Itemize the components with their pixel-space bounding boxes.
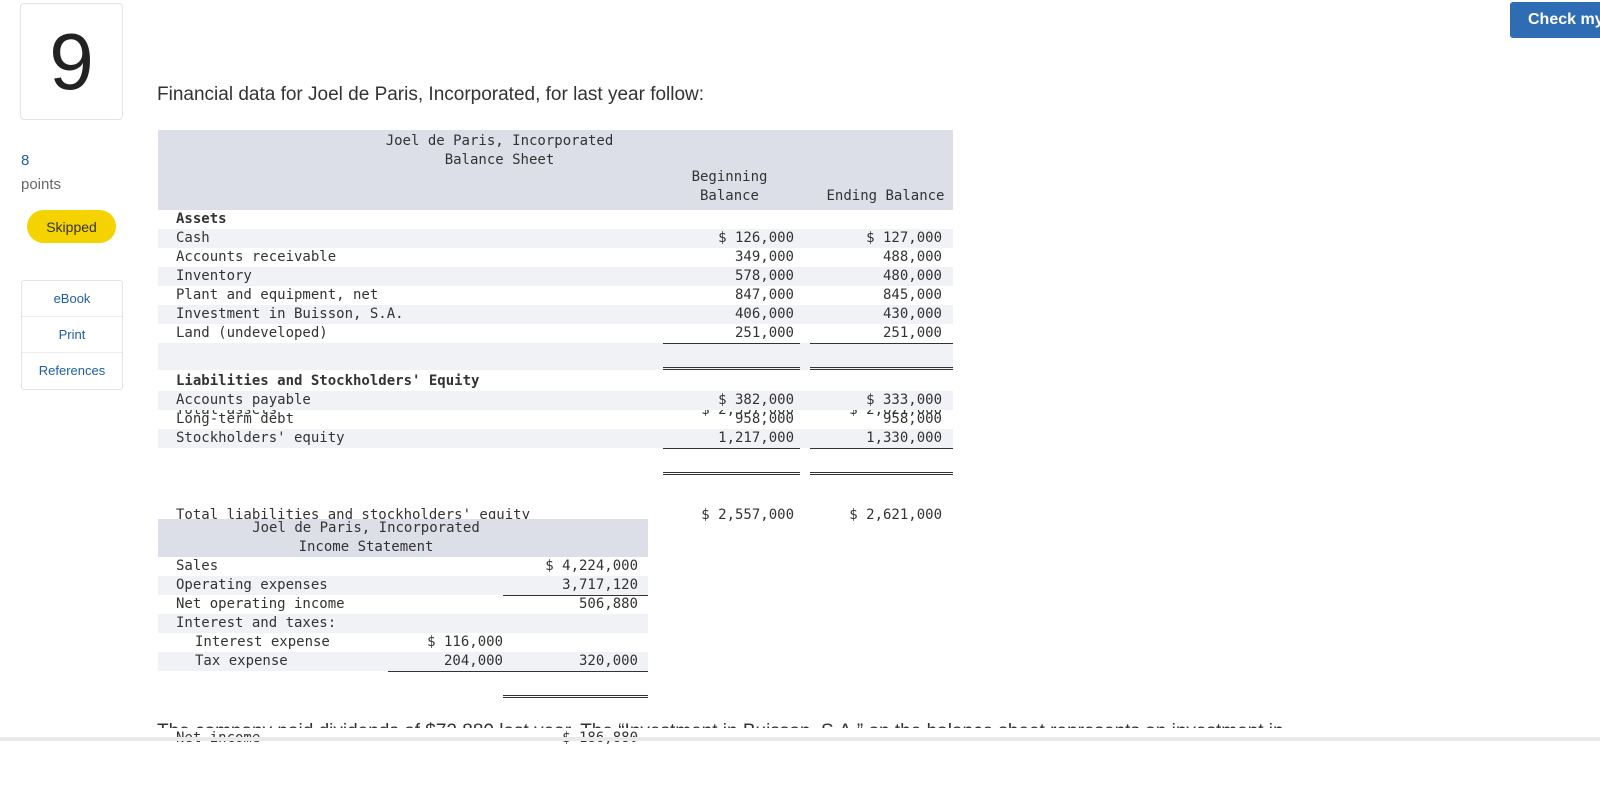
- print-link[interactable]: Print: [22, 317, 122, 353]
- income-statement-subtitle: Income Statement: [298, 539, 434, 555]
- underline: [810, 448, 953, 449]
- income-statement-company: Joel de Paris, Incorporated: [252, 520, 480, 536]
- table-row: Interest and taxes:: [158, 614, 648, 633]
- table-row: Net operating income 506,880: [158, 595, 648, 614]
- table-row: Land (undeveloped) 251,000 251,000: [158, 324, 953, 343]
- end-value: $ 333,000: [866, 392, 942, 408]
- table-row: Accounts receivable 349,000 488,000: [158, 248, 953, 267]
- balance-sheet-subtitle: Balance Sheet: [444, 152, 555, 168]
- end-value: $ 127,000: [866, 230, 942, 246]
- row-label: Operating expenses: [176, 577, 328, 593]
- question-number: 9: [20, 3, 123, 120]
- end-value: 430,000: [882, 306, 942, 322]
- table-row: Investment in Buisson, S.A. 406,000 430,00…: [158, 305, 953, 324]
- row-label: Inventory: [176, 268, 252, 284]
- income-statement-title: Joel de Paris, Incorporated Income State…: [158, 519, 574, 557]
- end-value: $ 2,621,000: [849, 507, 942, 523]
- table-row: Operating expenses 3,717,120: [158, 576, 648, 595]
- points-value: 8: [21, 152, 30, 169]
- double-underline: [663, 472, 800, 475]
- row-label: Accounts payable: [176, 392, 311, 408]
- end-value: 958,000: [882, 411, 942, 427]
- row-value: 3,717,120: [562, 577, 638, 593]
- underline: [663, 343, 800, 344]
- end-value: 480,000: [882, 268, 942, 284]
- row-total: 320,000: [578, 653, 638, 669]
- row-label: Interest and taxes:: [176, 615, 337, 631]
- underline: [503, 671, 648, 672]
- row-label: Investment in Buisson, S.A.: [176, 306, 404, 322]
- end-value: 488,000: [882, 249, 942, 265]
- income-statement: Joel de Paris, Incorporated Income State…: [158, 519, 648, 746]
- bottom-divider: [0, 737, 1600, 741]
- row-label: Stockholders' equity: [176, 430, 345, 446]
- ebook-link[interactable]: eBook: [22, 281, 122, 317]
- col-beginning-balance: Beginning Balance: [691, 169, 768, 204]
- begin-value: 847,000: [734, 287, 794, 303]
- end-value: 251,000: [882, 325, 942, 341]
- liabilities-heading: Liabilities and Stockholders' Equity: [176, 373, 480, 389]
- underline: [810, 343, 953, 344]
- col-ending-balance: Ending Balance: [826, 188, 945, 204]
- liabilities-heading-row: Liabilities and Stockholders' Equity: [158, 372, 953, 391]
- total-assets-row: Total assets $ 2,557,000 $ 2,621,000: [158, 343, 953, 418]
- underline: [663, 448, 800, 449]
- row-value: $ 4,224,000: [545, 558, 638, 574]
- underline: [388, 671, 503, 672]
- status-badge: Skipped: [27, 210, 116, 243]
- double-underline: [810, 472, 953, 475]
- points-label: points: [21, 176, 62, 193]
- begin-value: $ 126,000: [718, 230, 794, 246]
- resources-panel: eBook Print References: [21, 280, 123, 390]
- continuation-text: The company paid dividends of $72,880 la…: [157, 718, 1307, 728]
- total-liabilities-row: Total liabilities and stockholders' equi…: [158, 448, 953, 523]
- begin-value: 578,000: [734, 268, 794, 284]
- table-row: Cash $ 126,000 $ 127,000: [158, 229, 953, 248]
- row-label: Long-term debt: [176, 411, 295, 427]
- check-my-work-button[interactable]: Check my: [1510, 2, 1600, 38]
- row-label: Sales: [176, 558, 219, 574]
- assets-heading-row: Assets: [158, 210, 953, 229]
- table-row: Long-term debt 958,000 958,000: [158, 410, 953, 429]
- begin-value: 406,000: [734, 306, 794, 322]
- table-row: Stockholders' equity 1,217,000 1,330,000: [158, 429, 953, 448]
- begin-value: 349,000: [734, 249, 794, 265]
- balance-sheet: Joel de Paris, Incorporated Balance Shee…: [158, 130, 953, 523]
- table-row: Tax expense 204,000 320,000: [158, 652, 648, 671]
- begin-value: 251,000: [734, 325, 794, 341]
- row-value: $ 116,000: [427, 634, 503, 650]
- row-label: Plant and equipment, net: [176, 287, 379, 303]
- begin-value: $ 382,000: [718, 392, 794, 408]
- references-link[interactable]: References: [22, 353, 122, 388]
- income-statement-header: Joel de Paris, Incorporated Income State…: [158, 519, 648, 557]
- table-row: Accounts payable $ 382,000 $ 333,000: [158, 391, 953, 410]
- begin-value: 958,000: [734, 411, 794, 427]
- double-underline: [663, 367, 800, 370]
- end-value: 1,330,000: [866, 430, 942, 446]
- row-label: Cash: [176, 230, 210, 246]
- row-label: Land (undeveloped): [176, 325, 328, 341]
- row-label: Tax expense: [195, 653, 288, 669]
- table-row: Interest expense $ 116,000: [158, 633, 648, 652]
- row-label: Net operating income: [176, 596, 345, 612]
- table-row: Plant and equipment, net 847,000 845,000: [158, 286, 953, 305]
- row-value: 506,880: [578, 596, 638, 612]
- row-label: Accounts receivable: [176, 249, 337, 265]
- question-intro: Financial data for Joel de Paris, Incorp…: [157, 84, 705, 105]
- table-row: Sales $ 4,224,000: [158, 557, 648, 576]
- balance-sheet-company: Joel de Paris, Incorporated: [385, 133, 614, 149]
- balance-sheet-header: Joel de Paris, Incorporated Balance Shee…: [158, 130, 953, 210]
- balance-sheet-title: Joel de Paris, Incorporated Balance Shee…: [158, 132, 841, 170]
- begin-value: 1,217,000: [718, 430, 794, 446]
- row-label: Interest expense: [195, 634, 330, 650]
- row-value: 204,000: [443, 653, 503, 669]
- double-underline: [503, 695, 648, 698]
- begin-value: $ 2,557,000: [701, 507, 794, 523]
- table-row: Inventory 578,000 480,000: [158, 267, 953, 286]
- end-value: 845,000: [882, 287, 942, 303]
- assets-heading: Assets: [176, 211, 227, 227]
- net-income-row: Net income$ 186,880: [158, 671, 648, 746]
- double-underline: [810, 367, 953, 370]
